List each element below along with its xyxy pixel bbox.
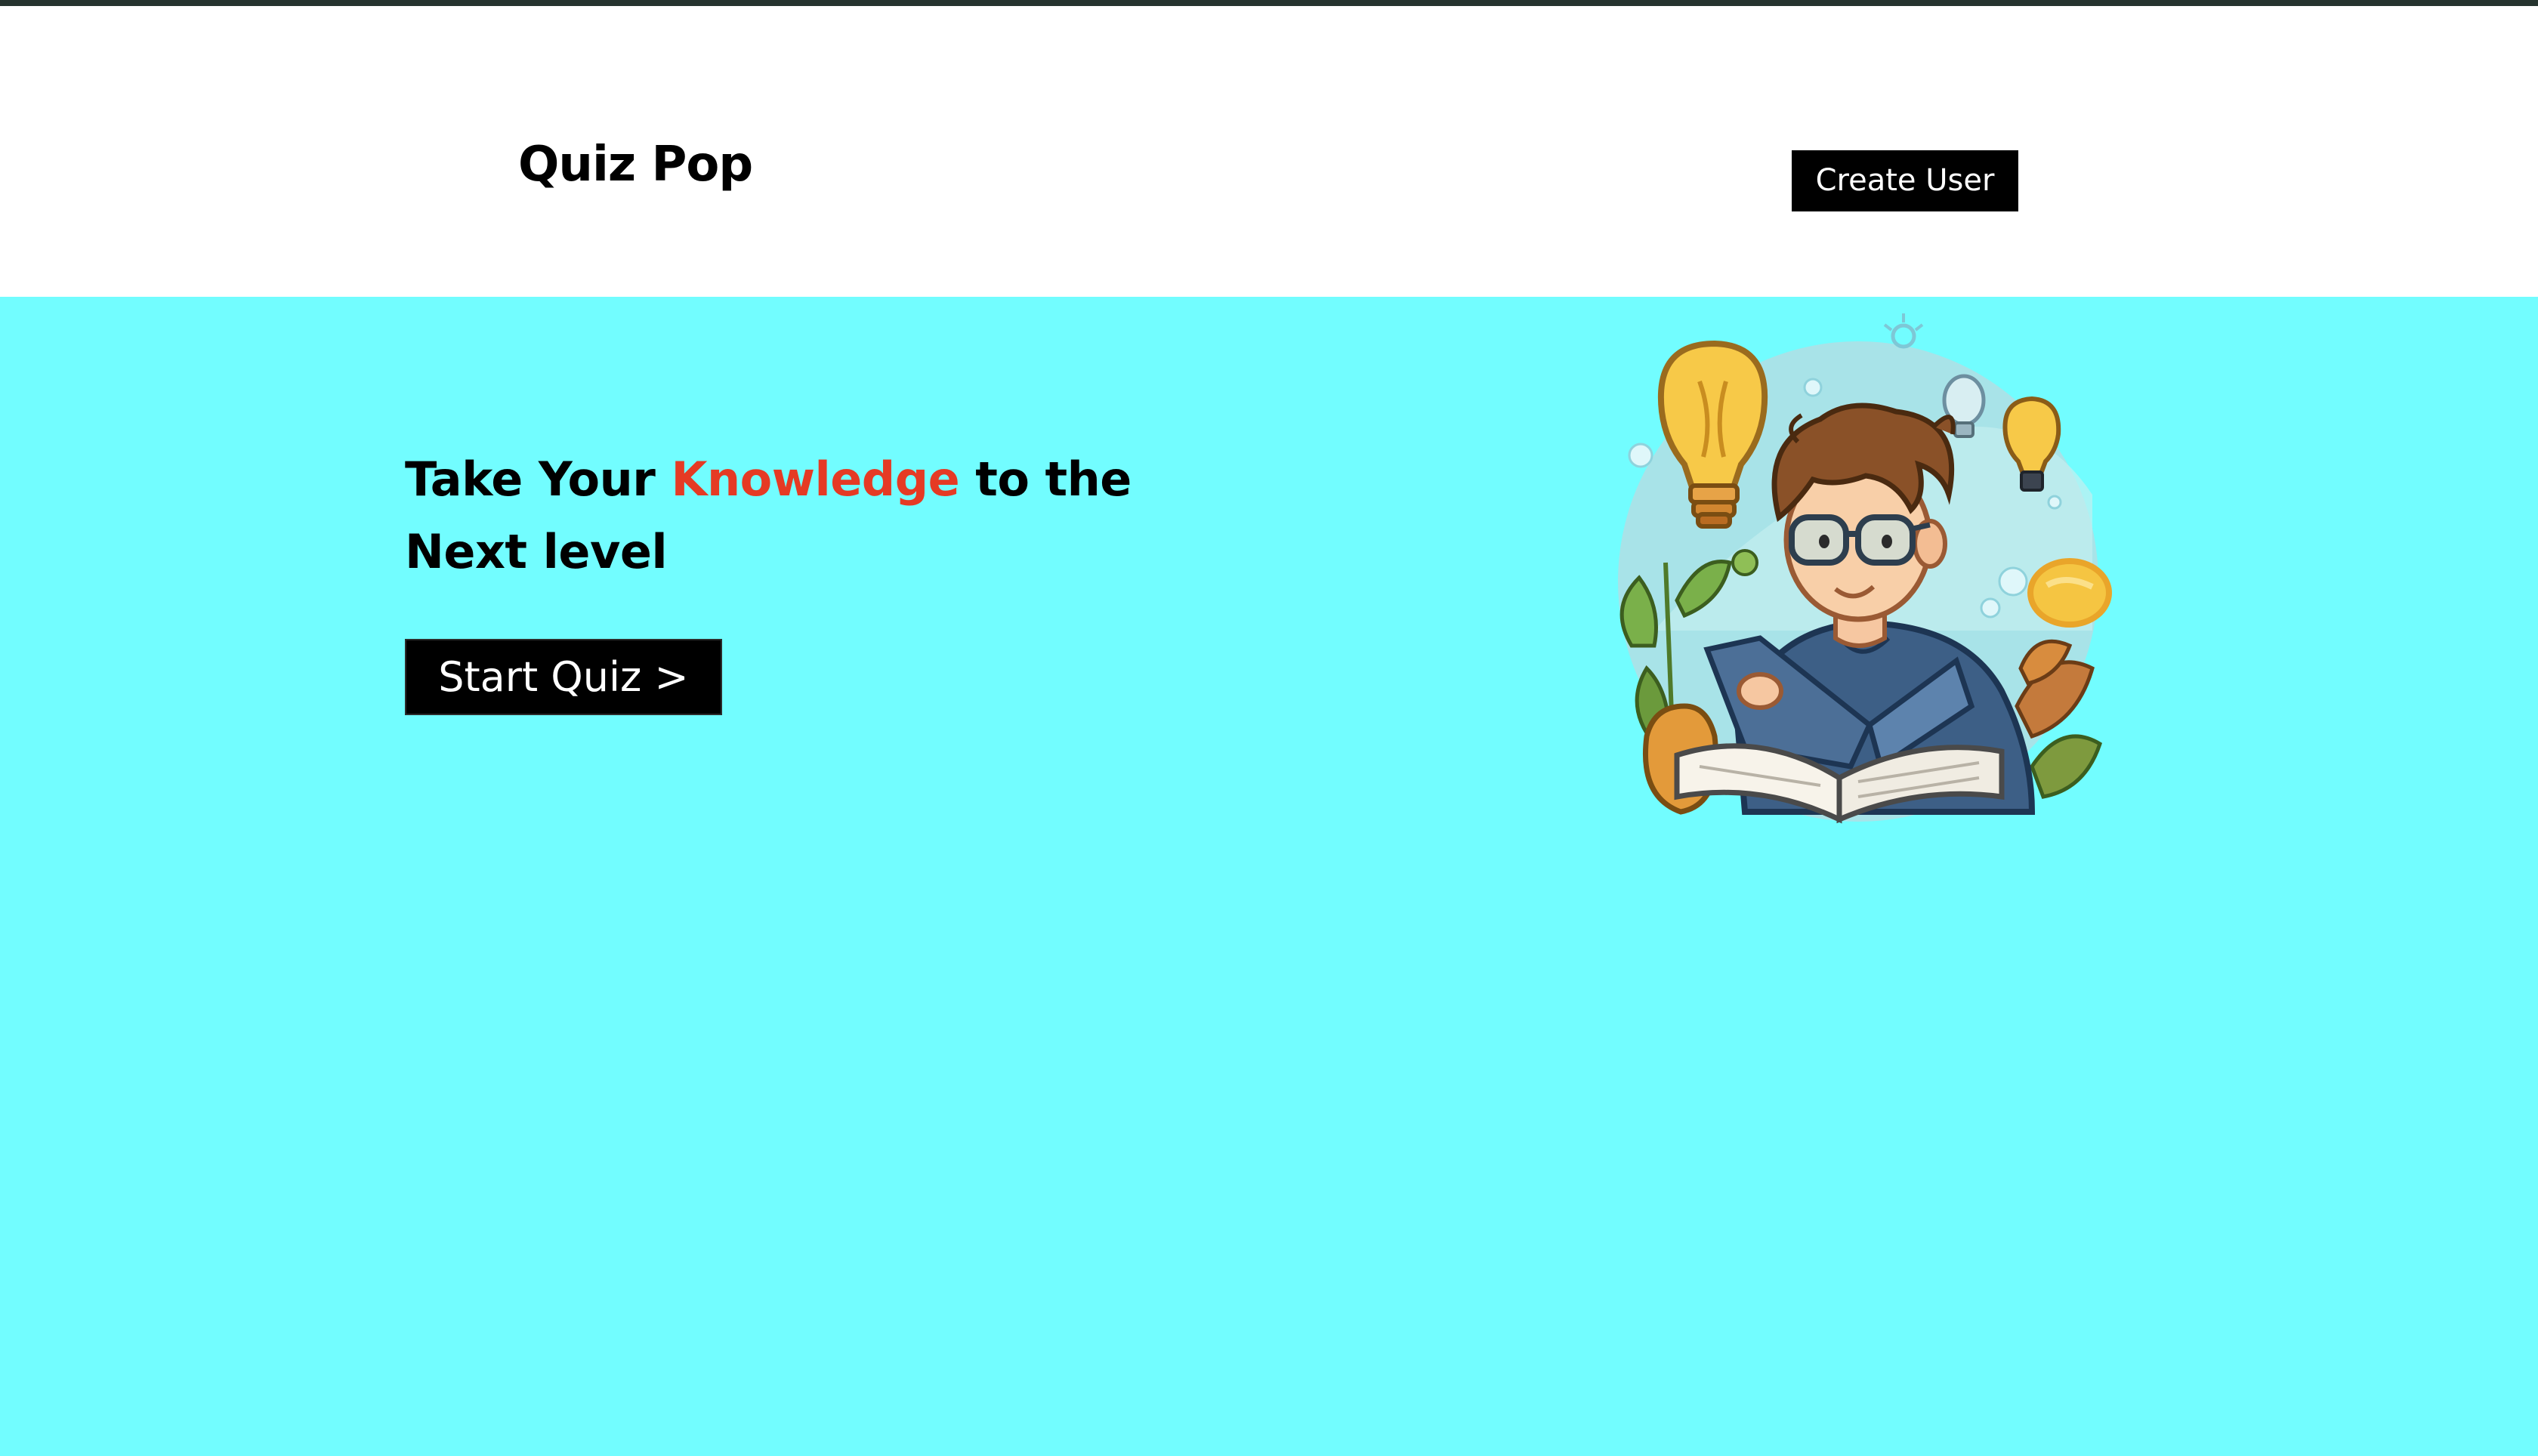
start-quiz-button[interactable]: Start Quiz > — [405, 639, 722, 715]
site-header: Quiz Pop Create User — [0, 6, 2538, 297]
glowing-lightbulb-icon — [2027, 558, 2112, 628]
headline-part-1: Take Your — [405, 452, 672, 507]
create-user-button[interactable]: Create User — [1792, 150, 2018, 211]
headline-accent-word: Knowledge — [671, 452, 960, 507]
student-reading-book-illustration — [1618, 313, 2112, 824]
top-border-strip — [0, 0, 2538, 6]
brand-logo-text[interactable]: Quiz Pop — [518, 140, 753, 189]
hero-headline: Take Your Knowledge to the Next level — [405, 443, 1236, 588]
hero-section — [0, 297, 2538, 1456]
glasses-icon — [1789, 514, 1931, 566]
